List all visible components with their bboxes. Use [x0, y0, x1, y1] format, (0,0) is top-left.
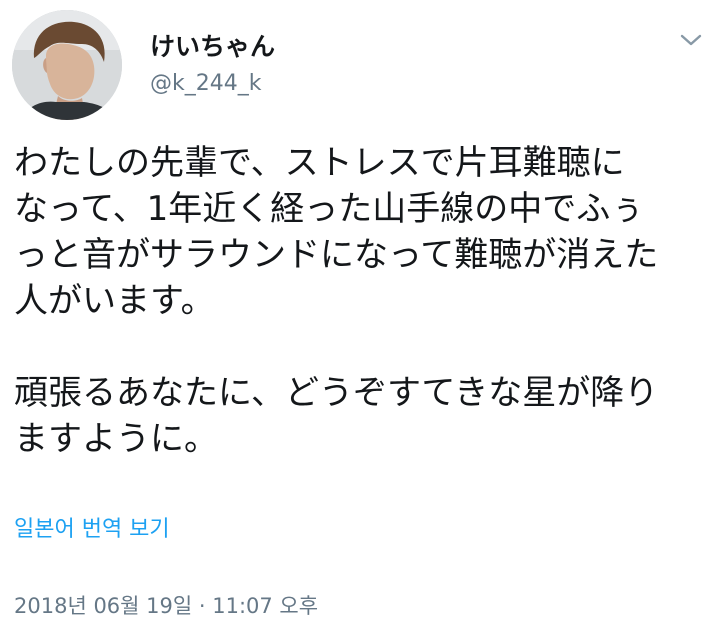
tweet-text-line: 頑張るあなたに、どうぞすてきな星が降り	[14, 373, 659, 413]
profile-photo-icon	[12, 10, 122, 120]
tweet-text-line: なって、1年近く経った山手線の中でふぅ	[14, 189, 645, 229]
display-name[interactable]: けいちゃん	[150, 32, 275, 62]
tweet-menu-button[interactable]	[676, 28, 706, 52]
avatar[interactable]	[12, 10, 122, 120]
tweet-text: わたしの先輩で、ストレスで片耳難聴に なって、1年近く経った山手線の中でふぅ っ…	[14, 140, 704, 462]
tweet-timestamp[interactable]: 2018년 06월 19일 · 11:07 오후	[14, 592, 318, 620]
user-handle[interactable]: @k_244_k	[150, 70, 261, 98]
tweet-text-line: っと音がサラウンドになって難聴が消えた	[14, 235, 659, 275]
chevron-down-icon	[680, 34, 702, 46]
tweet-header: けいちゃん @k_244_k	[12, 10, 712, 122]
tweet-text-line: わたしの先輩で、ストレスで片耳難聴に	[14, 143, 625, 183]
tweet: けいちゃん @k_244_k わたしの先輩で、ストレスで片耳難聴に なって、1年…	[0, 0, 720, 633]
tweet-text-line: ますように。	[14, 419, 218, 459]
translate-tweet-link[interactable]: 일본어 번역 보기	[14, 515, 170, 545]
tweet-text-line: 人がいます。	[14, 281, 215, 321]
